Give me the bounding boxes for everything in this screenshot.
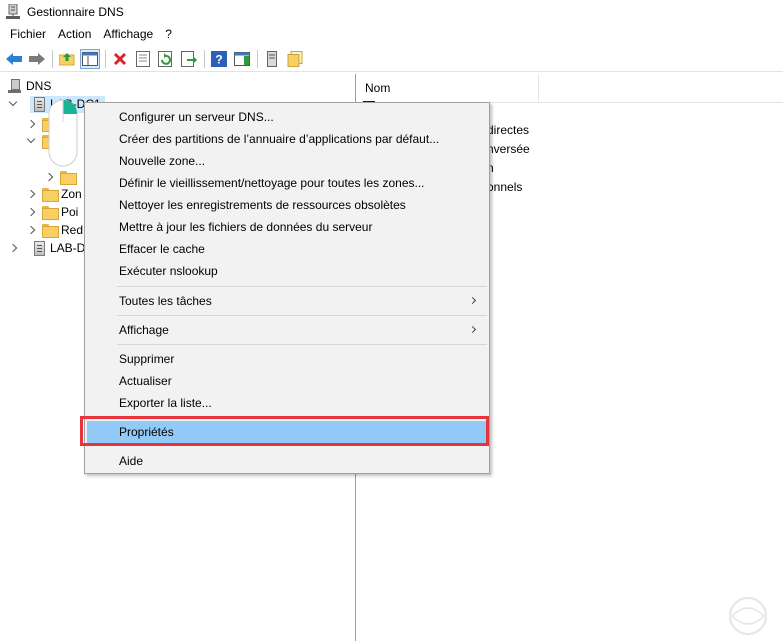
menu-affichage[interactable]: Affichage (97, 24, 159, 44)
chevron-right-icon[interactable] (26, 207, 36, 217)
folder-icon (42, 224, 59, 238)
chevron-right-icon[interactable] (26, 119, 36, 129)
refresh-icon[interactable] (156, 49, 176, 69)
tree-item-label: DNS (26, 79, 52, 93)
forward-arrow-icon[interactable] (27, 49, 47, 69)
menu-item-configurer-serveur[interactable]: Configurer un serveur DNS... (87, 106, 487, 128)
folder-icon (42, 206, 59, 220)
toolbar-separator (105, 49, 106, 68)
title-bar: Gestionnaire DNS (0, 0, 783, 24)
toolbar-separator (204, 49, 205, 68)
window-title: Gestionnaire DNS (27, 5, 124, 19)
menu-separator (117, 344, 487, 345)
menu-item-nouvelle-zone[interactable]: Nouvelle zone... (87, 150, 487, 172)
chevron-down-icon[interactable] (8, 99, 18, 109)
toolbar-separator (257, 49, 258, 68)
menu-item-label: Toutes les tâches (119, 294, 212, 308)
toolbar: ? (0, 46, 783, 72)
list-item[interactable]: nversée (487, 142, 530, 156)
tree-item-dns[interactable]: DNS (8, 77, 51, 95)
tree-item-label: Red (61, 223, 84, 237)
help-icon[interactable]: ? (209, 49, 229, 69)
properties-icon[interactable] (133, 49, 153, 69)
menu-item-nettoyer[interactable]: Nettoyer les enregistrements de ressourc… (87, 194, 487, 216)
menu-action[interactable]: Action (52, 24, 97, 44)
menu-separator (117, 286, 487, 287)
folder-icon (42, 188, 59, 202)
list-header: Nom (357, 74, 783, 103)
menu-item-vieillissement[interactable]: Définir le vieillissement/nettoyage pour… (87, 172, 487, 194)
tree-item-redirecteurs[interactable]: Red (26, 221, 83, 239)
menu-item-toutes-taches[interactable]: Toutes les tâches (87, 290, 487, 312)
menu-item-label: Affichage (119, 323, 169, 337)
chevron-right-icon[interactable] (26, 189, 36, 199)
tree-item-label: Zon (61, 187, 82, 201)
toolbar-separator (52, 49, 53, 68)
menu-help[interactable]: ? (159, 24, 178, 44)
chevron-right-icon[interactable] (8, 243, 18, 253)
submenu-arrow-icon (468, 296, 477, 305)
mouse-pointer-icon (48, 98, 80, 170)
action-pane-icon[interactable] (232, 49, 252, 69)
menu-item-creer-partitions[interactable]: Créer des partitions de l’annuaire d’app… (87, 128, 487, 150)
server-icon[interactable] (262, 49, 282, 69)
tree-item-subzone[interactable] (44, 168, 79, 186)
submenu-arrow-icon (468, 325, 477, 334)
menu-separator (117, 315, 487, 316)
menu-fichier[interactable]: Fichier (4, 24, 52, 44)
highlight-box (80, 416, 489, 446)
column-header-nom[interactable]: Nom (357, 74, 539, 103)
export-list-icon[interactable] (179, 49, 199, 69)
menu-bar: Fichier Action Affichage ? (0, 24, 783, 44)
menu-item-mettre-a-jour[interactable]: Mettre à jour les fichiers de données du… (87, 216, 487, 238)
menu-item-exporter-liste[interactable]: Exporter la liste... (87, 392, 487, 414)
up-folder-icon[interactable] (57, 49, 77, 69)
back-arrow-icon[interactable] (4, 49, 24, 69)
menu-item-actualiser[interactable]: Actualiser (87, 370, 487, 392)
dns-icon (8, 78, 21, 94)
tree-item-label: Poi (61, 205, 79, 219)
folders-icon[interactable] (285, 49, 305, 69)
zone-icon (60, 171, 77, 185)
menu-item-aide[interactable]: Aide (87, 450, 487, 472)
server-icon (34, 96, 45, 112)
tree-item-zones[interactable]: Zon (26, 185, 82, 203)
console-tree-icon[interactable] (80, 48, 100, 69)
dns-manager-icon (6, 3, 20, 20)
svg-text:?: ? (215, 52, 222, 66)
server-icon (34, 240, 45, 256)
tree-item-points[interactable]: Poi (26, 203, 78, 221)
menu-item-affichage[interactable]: Affichage (87, 319, 487, 341)
chevron-right-icon[interactable] (26, 225, 36, 235)
menu-item-nslookup[interactable]: Exécuter nslookup (87, 260, 487, 282)
menu-item-supprimer[interactable]: Supprimer (87, 348, 487, 370)
delete-icon[interactable] (110, 49, 130, 69)
chevron-right-icon[interactable] (44, 172, 54, 182)
watermark-logo (718, 596, 778, 636)
list-item[interactable]: directes (487, 123, 529, 137)
tree-item-lab-dc2[interactable]: LAB-DC (8, 239, 94, 257)
chevron-down-icon[interactable] (26, 136, 36, 146)
list-item[interactable]: onnels (487, 180, 522, 194)
menu-item-effacer-cache[interactable]: Effacer le cache (87, 238, 487, 260)
